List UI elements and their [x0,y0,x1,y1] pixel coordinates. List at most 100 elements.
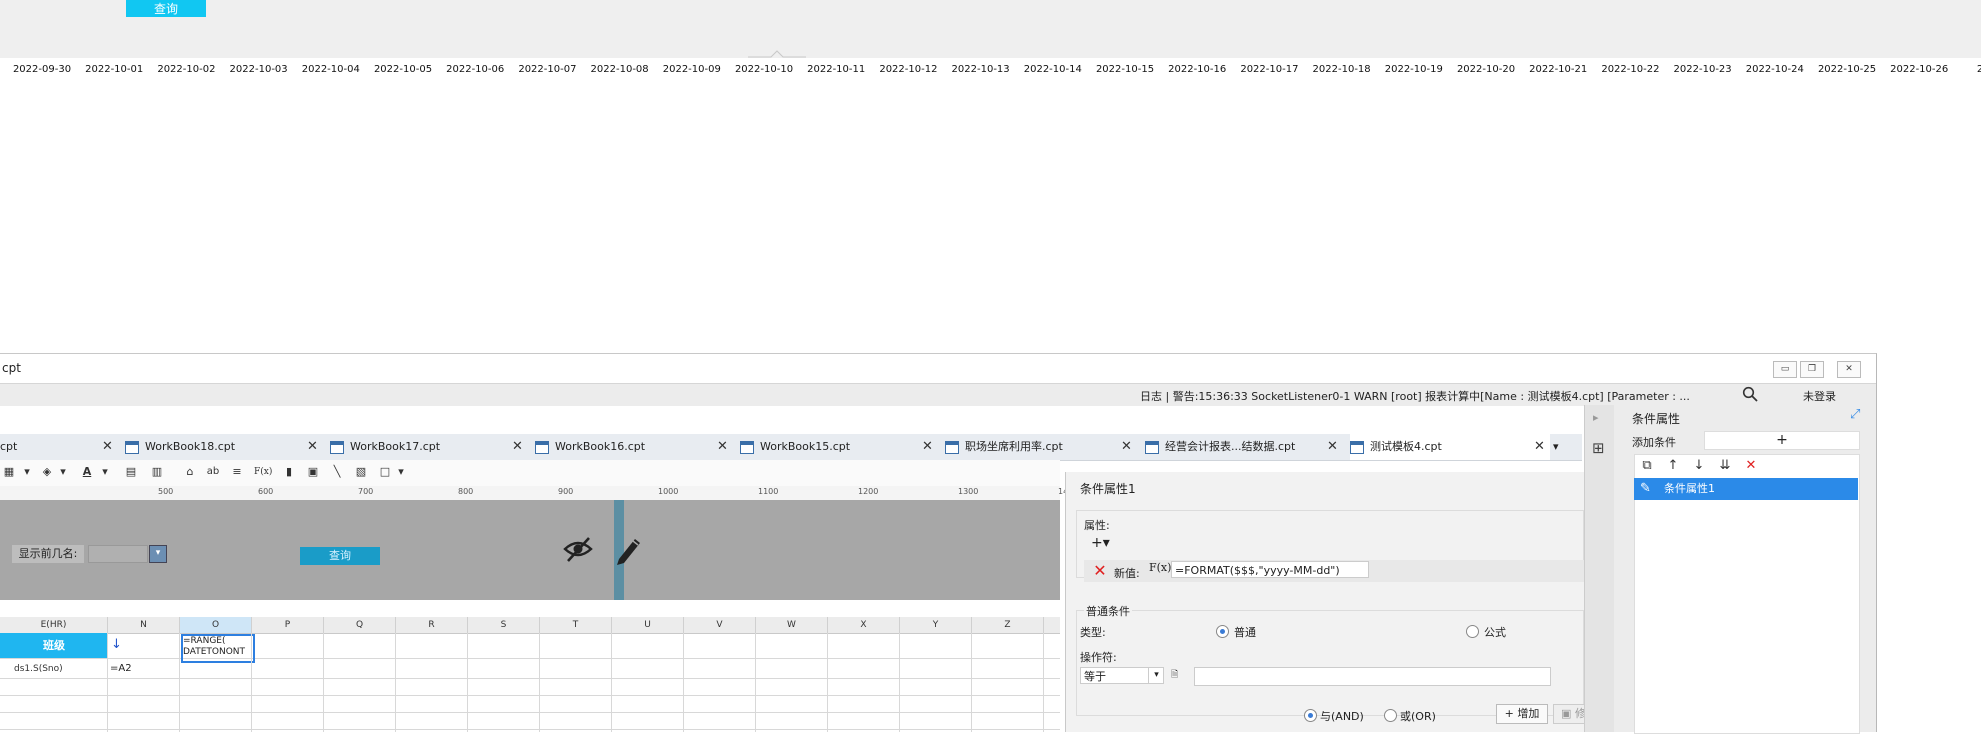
and-label: 与(AND) [1320,710,1364,723]
condition-list-item[interactable]: ✎ 条件属性1 [1634,478,1858,500]
column-header[interactable]: Z [972,617,1044,633]
close-icon[interactable]: ✕ [512,434,523,460]
tab-3[interactable]: WorkBook16.cpt ✕ [535,434,733,460]
operator-label: 操作符: [1080,651,1117,664]
split-cells-icon[interactable]: ▥ [150,465,164,479]
dropdown-arrow-icon[interactable]: ▾ [394,465,408,479]
move-bottom-icon[interactable]: ⇊ [1717,458,1733,474]
collapse-handle-icon[interactable] [748,48,806,58]
chart-icon[interactable]: ▮ [282,465,296,479]
merge-cells-icon[interactable]: ▤ [124,465,138,479]
close-icon[interactable]: ✕ [307,434,318,460]
minimize-icon[interactable]: ▭ [1773,361,1797,378]
tab-list-dropdown-icon[interactable]: ▾ [1553,440,1571,456]
expand-icon[interactable]: ⤢ [1850,407,1860,422]
window-title: cpt [2,361,21,375]
column-header[interactable]: W [756,617,828,633]
or-radio[interactable] [1384,709,1397,722]
cell-dataset-field[interactable]: ds1.S(Sno) [14,664,63,674]
column-header[interactable]: R [396,617,468,633]
tab-label: WorkBook15.cpt [760,440,851,453]
template-file-icon [740,441,754,454]
close-icon[interactable]: ✕ [922,434,933,460]
value-type-icon[interactable]: 🗎 [1171,667,1193,684]
date-header-cell: 2022-10-22 [1601,64,1660,75]
delete-icon[interactable]: ✕ [1091,562,1109,580]
font-color-icon[interactable]: A [80,465,94,479]
fill-color-icon[interactable]: ◈ [40,465,54,479]
tab-5[interactable]: 职场坐席利用率.cpt ✕ [945,434,1137,460]
close-icon[interactable]: ✕ [717,434,728,460]
column-header[interactable]: Y [900,617,972,633]
maximize-icon[interactable]: ❐ [1800,361,1824,378]
close-icon[interactable]: ✕ [1534,434,1545,460]
column-header[interactable]: N [108,617,180,633]
collapse-arrow-icon[interactable]: ▸ [1593,411,1599,424]
slash-icon[interactable]: ╲ [330,465,344,479]
date-header-cell: 2022-10-15 [1095,64,1155,75]
condition-attribute-panel: 条件属性 ⤢ 添加条件 + ⧉ ↑ ↓ ⇊ ✕ ✎ 条件属性1 [1614,405,1876,734]
column-header[interactable]: P [252,617,324,633]
move-down-icon[interactable]: ↓ [1691,458,1707,474]
cell-class-header[interactable]: 班级 [0,633,108,658]
pencil-icon[interactable] [613,533,643,567]
chevron-down-icon[interactable]: ▾ [1148,668,1164,683]
dropdown-arrow-icon[interactable]: ▾ [20,465,34,479]
image-icon[interactable]: ▣ [306,465,320,479]
sheet-grid[interactable]: 班级 ↓ ds1.S(Sno) =A2 =RANGE( DATETONONT [0,633,1060,732]
cell-selected[interactable]: =RANGE( DATETONONT [181,634,255,663]
column-header[interactable]: X [828,617,900,633]
formula-icon[interactable]: F(x) [1149,561,1171,574]
chevron-down-icon[interactable]: ▾ [149,545,167,563]
copy-icon[interactable]: ⧉ [1639,458,1655,474]
parameter-query-button[interactable]: 查询 [300,547,380,565]
close-icon[interactable]: ✕ [1121,434,1132,460]
tab-label: 测试模板4.cpt [1370,440,1442,453]
operator-value-input[interactable] [1194,667,1551,686]
type-formula-radio[interactable] [1466,625,1479,638]
add-property-button[interactable]: +▾ [1091,534,1117,552]
cell-attributes-icon[interactable]: ⊞ [1592,439,1605,457]
tab-4[interactable]: WorkBook15.cpt ✕ [740,434,938,460]
subreport-icon[interactable]: ▧ [354,465,368,479]
tab-0[interactable]: cpt ✕ [0,434,118,460]
pencil-icon: ✎ [1640,481,1651,496]
border-icon[interactable]: ▦ [2,465,16,479]
column-header[interactable]: T [540,617,612,633]
column-header[interactable]: V [684,617,756,633]
dropdown-arrow-icon[interactable]: ▾ [56,465,70,479]
log-message[interactable]: 日志 | 警告:15:36:33 SocketListener0-1 WARN … [1140,388,1690,404]
column-header[interactable]: E(HR) [0,617,108,633]
cell-formula-a2[interactable]: =A2 [110,663,132,674]
link-icon[interactable]: ⌂ [183,465,197,479]
move-up-icon[interactable]: ↑ [1665,458,1681,474]
preview-query-button[interactable]: 查询 [126,0,206,17]
text-icon[interactable]: ab [206,465,220,479]
and-radio[interactable] [1304,709,1317,722]
widget-icon[interactable]: □ [378,465,392,479]
login-status[interactable]: 未登录 [1803,388,1836,404]
column-header[interactable]: Q [324,617,396,633]
parameter-input[interactable] [88,545,148,563]
add-button-label: 增加 [1517,707,1540,720]
tab-1[interactable]: WorkBook18.cpt ✕ [125,434,323,460]
type-normal-radio[interactable] [1216,625,1229,638]
formula-icon[interactable]: F(x) [254,465,272,479]
search-icon[interactable] [1742,386,1758,402]
close-icon[interactable]: ✕ [1327,434,1338,460]
tab-7[interactable]: 测试模板4.cpt ✕ [1350,434,1550,460]
column-header[interactable]: S [468,617,540,633]
add-condition-plus-button[interactable]: + [1704,431,1860,450]
new-value-input[interactable]: =FORMAT($$$,"yyyy-MM-dd") [1171,561,1369,578]
tab-6[interactable]: 经营会计报表...结数据.cpt ✕ [1145,434,1343,460]
dropdown-arrow-icon[interactable]: ▾ [98,465,112,479]
tab-2[interactable]: WorkBook17.cpt ✕ [330,434,528,460]
column-header[interactable]: U [612,617,684,633]
close-icon[interactable]: ✕ [102,434,113,460]
hide-eye-icon[interactable] [563,534,593,564]
add-condition-button[interactable]: + 增加 [1496,704,1548,724]
close-icon[interactable]: ✕ [1837,361,1861,378]
column-header[interactable]: O [180,617,252,633]
align-icon[interactable]: ≡ [230,465,244,479]
delete-icon[interactable]: ✕ [1743,458,1759,474]
